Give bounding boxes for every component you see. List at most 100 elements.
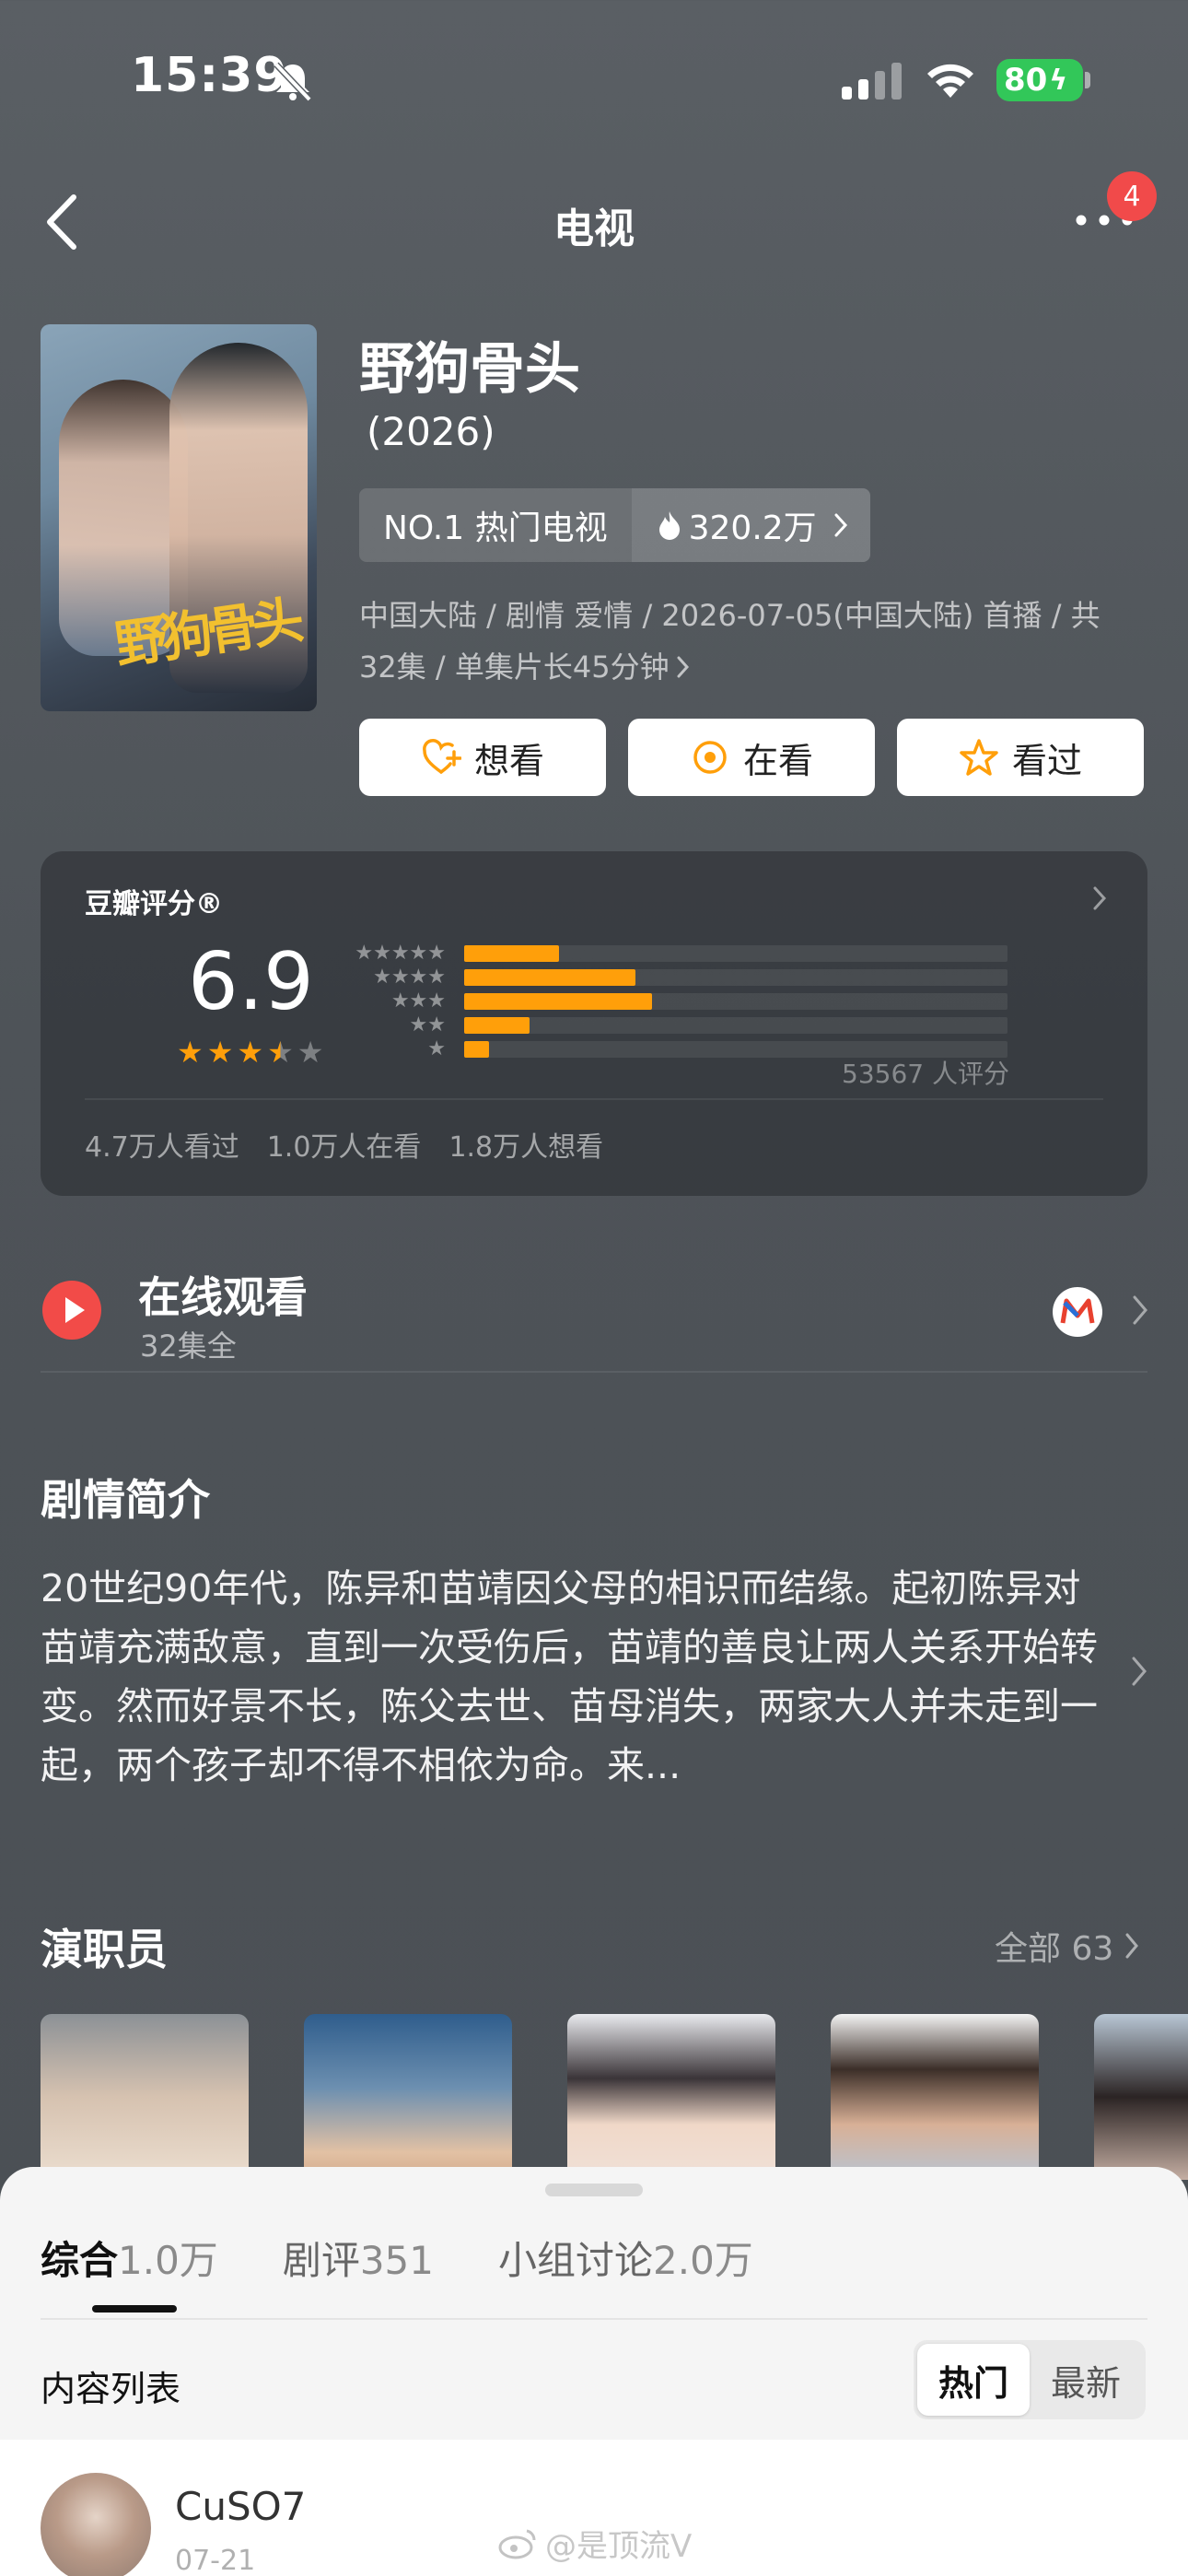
watching-button[interactable]: 在看 (628, 719, 875, 796)
stat-wish: 1.8万人想看 (448, 1131, 604, 1164)
heart-plus-icon (423, 739, 461, 774)
star-level-label: ★★★★ (373, 966, 446, 989)
meta-line-1: 中国大陆 / 剧情 爱情 / 2026-07-05(中国大陆) 首播 / 共 (359, 598, 1101, 633)
rating-bar (464, 993, 652, 1010)
cast-carousel[interactable] (41, 2014, 1188, 2180)
rating-star-icon: ★ (267, 1035, 294, 1070)
sort-hot-button[interactable]: 热门 (917, 2344, 1030, 2416)
heat-value: 320.2万 (688, 509, 817, 547)
tab-count: 2.0万 (653, 2238, 753, 2283)
cast-all-label: 全部 63 (995, 1930, 1114, 1968)
mango-tv-icon (1053, 1287, 1102, 1337)
rating-bar (464, 1017, 530, 1034)
tab-label: 综合 (41, 2238, 119, 2283)
signal-icon (842, 63, 902, 100)
divider (41, 2318, 1147, 2320)
rating-card[interactable]: 豆瓣评分® 6.9 ★ ★ ★ ★ ★ ★★★★★ ★★★★ ★★★ ★★ ★ 53567 人评… (41, 851, 1147, 1196)
notification-badge: 4 (1107, 171, 1157, 221)
stat-watching: 1.0万人在看 (266, 1131, 422, 1164)
star-outline-icon (960, 739, 998, 776)
action-buttons: 想看 在看 看过 (359, 719, 1144, 796)
sort-newest-button[interactable]: 最新 (1030, 2344, 1142, 2416)
chevron-right-icon (1093, 886, 1107, 910)
poster-image[interactable]: 野狗骨头 (41, 324, 317, 711)
cast-photo[interactable] (831, 2014, 1039, 2180)
sort-toggle: 热门 最新 (914, 2340, 1146, 2419)
weibo-icon (498, 2529, 536, 2558)
user-name[interactable]: CuSO7 (175, 2484, 306, 2529)
rating-bar-track (464, 1017, 1007, 1034)
watching-label: 在看 (742, 740, 813, 781)
watched-button[interactable]: 看过 (897, 719, 1144, 796)
meta-line-2: 32集 / 单集片长45分钟 (359, 650, 670, 685)
rating-star-icon: ★ (177, 1035, 204, 1070)
star-level-label: ★★★ (390, 989, 446, 1013)
rating-bar-track (464, 969, 1007, 986)
rank-pill[interactable]: NO.1 热门电视 320.2万 (359, 488, 870, 562)
active-tab-indicator (92, 2305, 177, 2313)
rating-star-icon: ★ (237, 1035, 264, 1070)
tab-group-discussion[interactable]: 小组讨论2.0万 (498, 2230, 753, 2286)
fire-icon (658, 511, 680, 540)
online-watch-row[interactable]: 在线观看 32集全 (41, 1253, 1147, 1373)
rank-label: NO.1 热门电视 (359, 488, 632, 562)
synopsis-title: 剧情简介 (41, 1475, 210, 1525)
meta-line-2-wrap: 32集 / 单集片长45分钟 (359, 641, 1114, 693)
sheet-tabs: 综合1.0万 剧评351 小组讨论2.0万 (41, 2230, 753, 2286)
cast-photo[interactable] (567, 2014, 775, 2180)
content-list-label: 内容列表 (41, 2369, 181, 2409)
tab-reviews[interactable]: 剧评351 (283, 2230, 434, 2286)
heat-section[interactable]: 320.2万 (631, 488, 870, 562)
chevron-right-icon (677, 656, 689, 678)
discussion-sheet: 综合1.0万 剧评351 小组讨论2.0万 内容列表 热门 最新 CuSO7 0… (0, 2167, 1188, 2576)
online-watch-title: 在线观看 (138, 1272, 308, 1322)
nav-bar: 电视 4 (0, 171, 1188, 267)
watermark: @是顶流V (497, 2521, 692, 2566)
watched-label: 看过 (1011, 740, 1082, 781)
rating-bar-track (464, 993, 1007, 1010)
chevron-right-icon (834, 513, 847, 537)
movie-meta[interactable]: 中国大陆 / 剧情 爱情 / 2026-07-05(中国大陆) 首播 / 共 3… (359, 590, 1114, 693)
tab-label: 小组讨论 (498, 2238, 654, 2283)
chevron-right-icon[interactable] (1129, 1655, 1149, 1688)
movie-title: 野狗骨头 (359, 337, 580, 402)
chevron-right-icon (1125, 1933, 1139, 1959)
stat-watched: 4.7万人看过 (85, 1131, 239, 1164)
wifi-icon (927, 64, 973, 98)
play-icon (42, 1281, 101, 1340)
rating-label: 豆瓣评分® (85, 888, 223, 920)
charging-bolt-icon: ϟ (1049, 64, 1068, 97)
avatar[interactable] (41, 2473, 151, 2576)
rating-bar (464, 945, 560, 962)
online-watch-subtitle: 32集全 (140, 1329, 237, 1364)
rating-bar-track (464, 945, 1007, 962)
rating-count: 53567 人评分 (842, 1059, 1009, 1089)
rating-stars: ★ ★ ★ ★ ★ (177, 1037, 323, 1067)
target-icon (693, 741, 727, 774)
cast-photo[interactable] (41, 2014, 249, 2180)
tab-count: 351 (359, 2238, 434, 2283)
tab-count: 1.0万 (118, 2238, 218, 2283)
rating-score: 6.9 (188, 936, 314, 1028)
rating-stats: 4.7万人看过 1.0万人在看 1.8万人想看 (85, 1124, 603, 1165)
tab-overview[interactable]: 综合1.0万 (41, 2230, 218, 2286)
battery-cap (1085, 72, 1090, 88)
divider (85, 1098, 1103, 1100)
want-label: 想看 (473, 740, 544, 781)
cast-all-link[interactable]: 全部 63 (995, 1922, 1141, 1970)
status-time: 15:39 (131, 48, 288, 103)
bell-muted-icon (274, 62, 312, 101)
synopsis-text[interactable]: 20世纪90年代，陈异和苗靖因父母的相识而结缘。起初陈异对苗靖充满敌意，直到一次… (41, 1559, 1118, 1795)
tab-label: 剧评 (282, 2238, 360, 2283)
cast-photo[interactable] (304, 2014, 512, 2180)
want-to-watch-button[interactable]: 想看 (359, 719, 606, 796)
star-level-label: ★ (427, 1037, 446, 1060)
rating-star-icon: ★ (206, 1035, 234, 1070)
chevron-right-icon (1133, 1295, 1147, 1325)
star-level-label: ★★★★★ (355, 942, 446, 965)
rating-star-icon: ★ (297, 1035, 324, 1070)
battery-level: 80 (1004, 62, 1048, 99)
cast-photo[interactable] (1094, 2014, 1188, 2180)
page-title: 电视 (553, 205, 635, 252)
sheet-grabber[interactable] (545, 2184, 643, 2196)
